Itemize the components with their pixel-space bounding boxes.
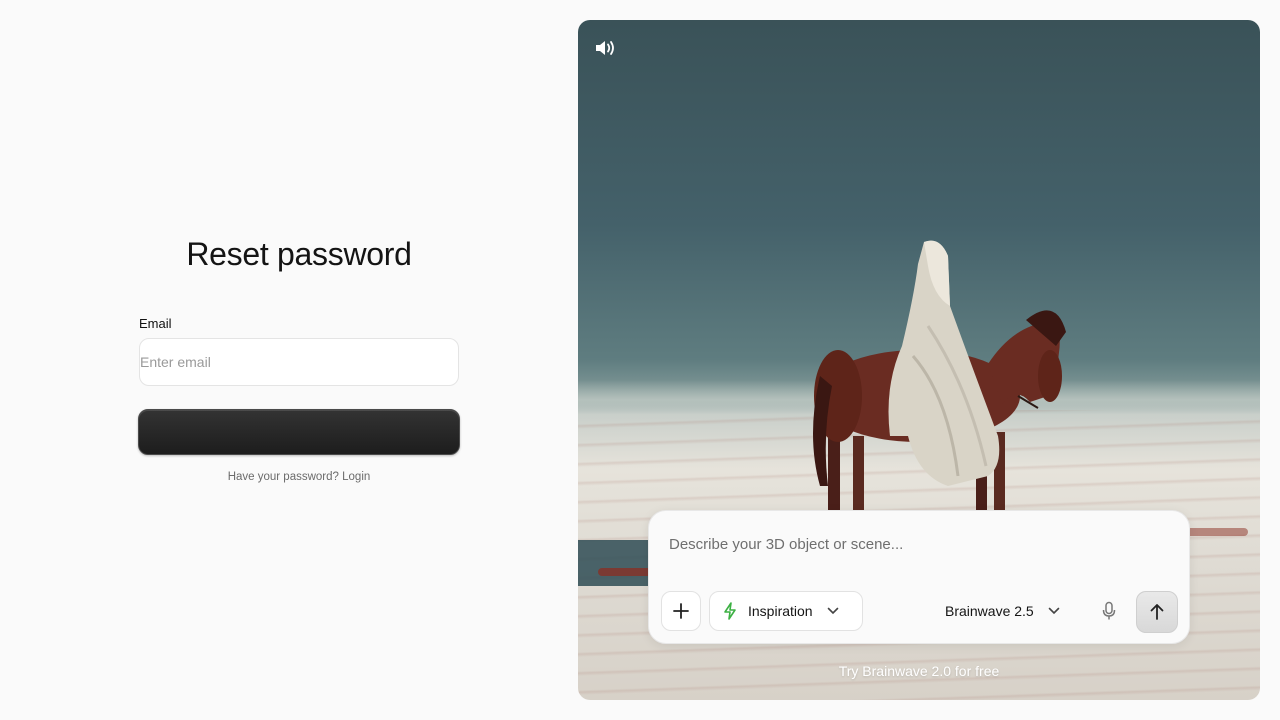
reset-password-form: Reset password Email Have your password?… [138,236,460,483]
sound-toggle-button[interactable] [592,36,620,60]
volume-icon [596,41,614,55]
login-prompt-line: Have your password? Login [139,471,459,483]
reset-submit-button[interactable] [138,409,460,455]
plus-icon [673,603,689,619]
login-link[interactable]: Login [342,471,370,483]
microphone-button[interactable] [1097,599,1121,623]
chevron-down-icon [1048,607,1060,615]
microphone-icon [1102,601,1116,620]
inspiration-button[interactable]: Inspiration [709,591,863,631]
hero-panel: Inspiration Brainwave 2.5 [578,20,1260,700]
arrow-up-icon [1150,604,1164,620]
lightning-icon [724,602,736,620]
chevron-down-icon [827,607,839,615]
inspiration-label: Inspiration [748,603,813,619]
page-title: Reset password [186,236,412,272]
email-label: Email [139,316,172,331]
model-label: Brainwave 2.5 [945,603,1034,619]
horse-rider-image [813,240,1066,512]
add-button[interactable] [661,591,701,631]
prompt-composer: Inspiration Brainwave 2.5 [648,510,1190,644]
try-free-link[interactable]: Try Brainwave 2.0 for free [578,663,1260,679]
login-prompt-text: Have your password? [227,471,339,483]
email-field[interactable] [139,338,459,386]
send-button[interactable] [1136,591,1178,633]
page: Reset password Email Have your password?… [0,0,1280,720]
model-select[interactable]: Brainwave 2.5 [945,591,1073,631]
prompt-input[interactable] [669,529,1169,559]
